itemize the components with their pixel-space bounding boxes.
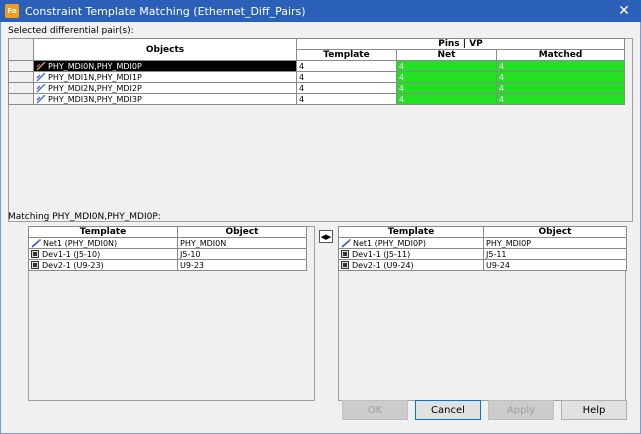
template-cell[interactable]: Dev1-1 (J5-11)	[338, 248, 484, 260]
swap-arrows-icon: ◀▶	[320, 232, 332, 241]
table-row[interactable]: Net1 (PHY_MDI0P) PHY_MDI0P	[338, 237, 627, 249]
title-bar: Fo Constraint Template Matching (Etherne…	[0, 0, 641, 22]
pair-name-cell[interactable]: PHY_MDI0N,PHY_MDI0P	[33, 60, 297, 72]
object-cell[interactable]: U9-24	[483, 259, 627, 271]
object-cell[interactable]: PHY_MDI0P	[483, 237, 627, 249]
table-row[interactable]: PHY_MDI3N,PHY_MDI3P 4 4 4	[8, 93, 626, 105]
selected-pairs-label: Selected differential pair(s):	[8, 26, 134, 36]
net-icon	[341, 238, 351, 248]
matched-cell[interactable]: 4	[495, 82, 626, 94]
objects-header[interactable]: Objects	[33, 38, 297, 61]
help-button[interactable]: Help	[561, 400, 627, 420]
swap-sides-button[interactable]: ◀▶	[319, 230, 333, 243]
left-matching-table: Template Object Net1 (PHY_MDI0N) PHY_MDI…	[28, 226, 307, 271]
corner-cell	[8, 38, 34, 61]
template-cell[interactable]: Net1 (PHY_MDI0P)	[338, 237, 484, 249]
matched-cell[interactable]: 4	[495, 60, 626, 72]
template-cell[interactable]: 4	[296, 82, 397, 94]
diff-pair-icon	[36, 94, 46, 104]
object-cell[interactable]: PHY_MDI0N	[177, 237, 307, 249]
left-template-header[interactable]: Template	[28, 226, 178, 238]
net-cell[interactable]: 4	[396, 71, 497, 83]
pair-name-cell[interactable]: PHY_MDI2N,PHY_MDI2P	[33, 82, 297, 94]
row-header[interactable]	[8, 71, 34, 83]
template-cell[interactable]: Dev2-1 (U9-24)	[338, 259, 484, 271]
table-row[interactable]: Dev1-1 (J5-10) J5-10	[28, 248, 307, 260]
object-cell[interactable]: J5-10	[177, 248, 307, 260]
template-cell[interactable]: 4	[296, 60, 397, 72]
right-matching-panel: Template Object Net1 (PHY_MDI0P) PHY_MDI…	[338, 226, 627, 401]
table-row[interactable]: Dev2-1 (U9-24) U9-24	[338, 259, 627, 271]
pair-name-cell[interactable]: PHY_MDI3N,PHY_MDI3P	[33, 93, 297, 105]
matched-cell[interactable]: 4	[495, 71, 626, 83]
left-matching-panel: Template Object Net1 (PHY_MDI0N) PHY_MDI…	[28, 226, 315, 401]
diff-pair-icon	[36, 72, 46, 82]
window-title: Constraint Template Matching (Ethernet_D…	[25, 4, 306, 18]
table-row[interactable]: Net1 (PHY_MDI0N) PHY_MDI0N	[28, 237, 307, 249]
template-cell[interactable]: Dev1-1 (J5-10)	[28, 248, 178, 260]
table-row[interactable]: Dev1-1 (J5-11) J5-11	[338, 248, 627, 260]
matched-cell[interactable]: 4	[495, 93, 626, 105]
net-cell[interactable]: 4	[396, 93, 497, 105]
object-cell[interactable]: J5-11	[483, 248, 627, 260]
template-cell[interactable]: 4	[296, 93, 397, 105]
row-header[interactable]	[8, 93, 34, 105]
object-cell[interactable]: U9-23	[177, 259, 307, 271]
close-icon[interactable]: ✕	[618, 3, 630, 19]
selected-pairs-table: Objects Pins | VP Template Net Matched P…	[8, 38, 626, 105]
diff-pair-icon	[36, 83, 46, 93]
table-row[interactable]: PHY_MDI0N,PHY_MDI0P 4 4 4	[8, 60, 626, 72]
net-cell[interactable]: 4	[396, 60, 497, 72]
template-cell[interactable]: Dev2-1 (U9-23)	[28, 259, 178, 271]
row-header[interactable]	[8, 60, 34, 72]
template-cell[interactable]: Net1 (PHY_MDI0N)	[28, 237, 178, 249]
matching-label: Matching PHY_MDI0N,PHY_MDI0P:	[8, 212, 161, 222]
apply-button[interactable]: Apply	[488, 400, 554, 420]
right-matching-table: Template Object Net1 (PHY_MDI0P) PHY_MDI…	[338, 226, 627, 271]
selected-pairs-panel: Objects Pins | VP Template Net Matched P…	[8, 38, 633, 222]
right-object-header[interactable]: Object	[483, 226, 627, 238]
component-icon	[31, 250, 39, 258]
left-object-header[interactable]: Object	[177, 226, 307, 238]
pins-vp-header: Pins | VP	[295, 38, 626, 50]
pair-name-cell[interactable]: PHY_MDI1N,PHY_MDI1P	[33, 71, 297, 83]
diff-pair-icon	[36, 61, 46, 71]
component-icon	[31, 261, 39, 269]
net-header[interactable]: Net	[396, 49, 497, 61]
net-cell[interactable]: 4	[396, 82, 497, 94]
close-button[interactable]: ✕	[615, 2, 633, 20]
ok-button[interactable]: OK	[342, 400, 408, 420]
table-row[interactable]: Dev2-1 (U9-23) U9-23	[28, 259, 307, 271]
app-icon: Fo	[5, 4, 19, 18]
right-template-header[interactable]: Template	[338, 226, 484, 238]
row-header[interactable]	[8, 82, 34, 94]
net-icon	[31, 238, 41, 248]
table-row[interactable]: PHY_MDI1N,PHY_MDI1P 4 4 4	[8, 71, 626, 83]
template-header[interactable]: Template	[296, 49, 397, 61]
template-cell[interactable]: 4	[296, 71, 397, 83]
table-row[interactable]: PHY_MDI2N,PHY_MDI2P 4 4 4	[8, 82, 626, 94]
matched-header[interactable]: Matched	[495, 49, 626, 61]
component-icon	[341, 261, 349, 269]
component-icon	[341, 250, 349, 258]
dialog-client: Selected differential pair(s): Objects P…	[0, 22, 641, 434]
cancel-button[interactable]: Cancel	[415, 400, 481, 420]
